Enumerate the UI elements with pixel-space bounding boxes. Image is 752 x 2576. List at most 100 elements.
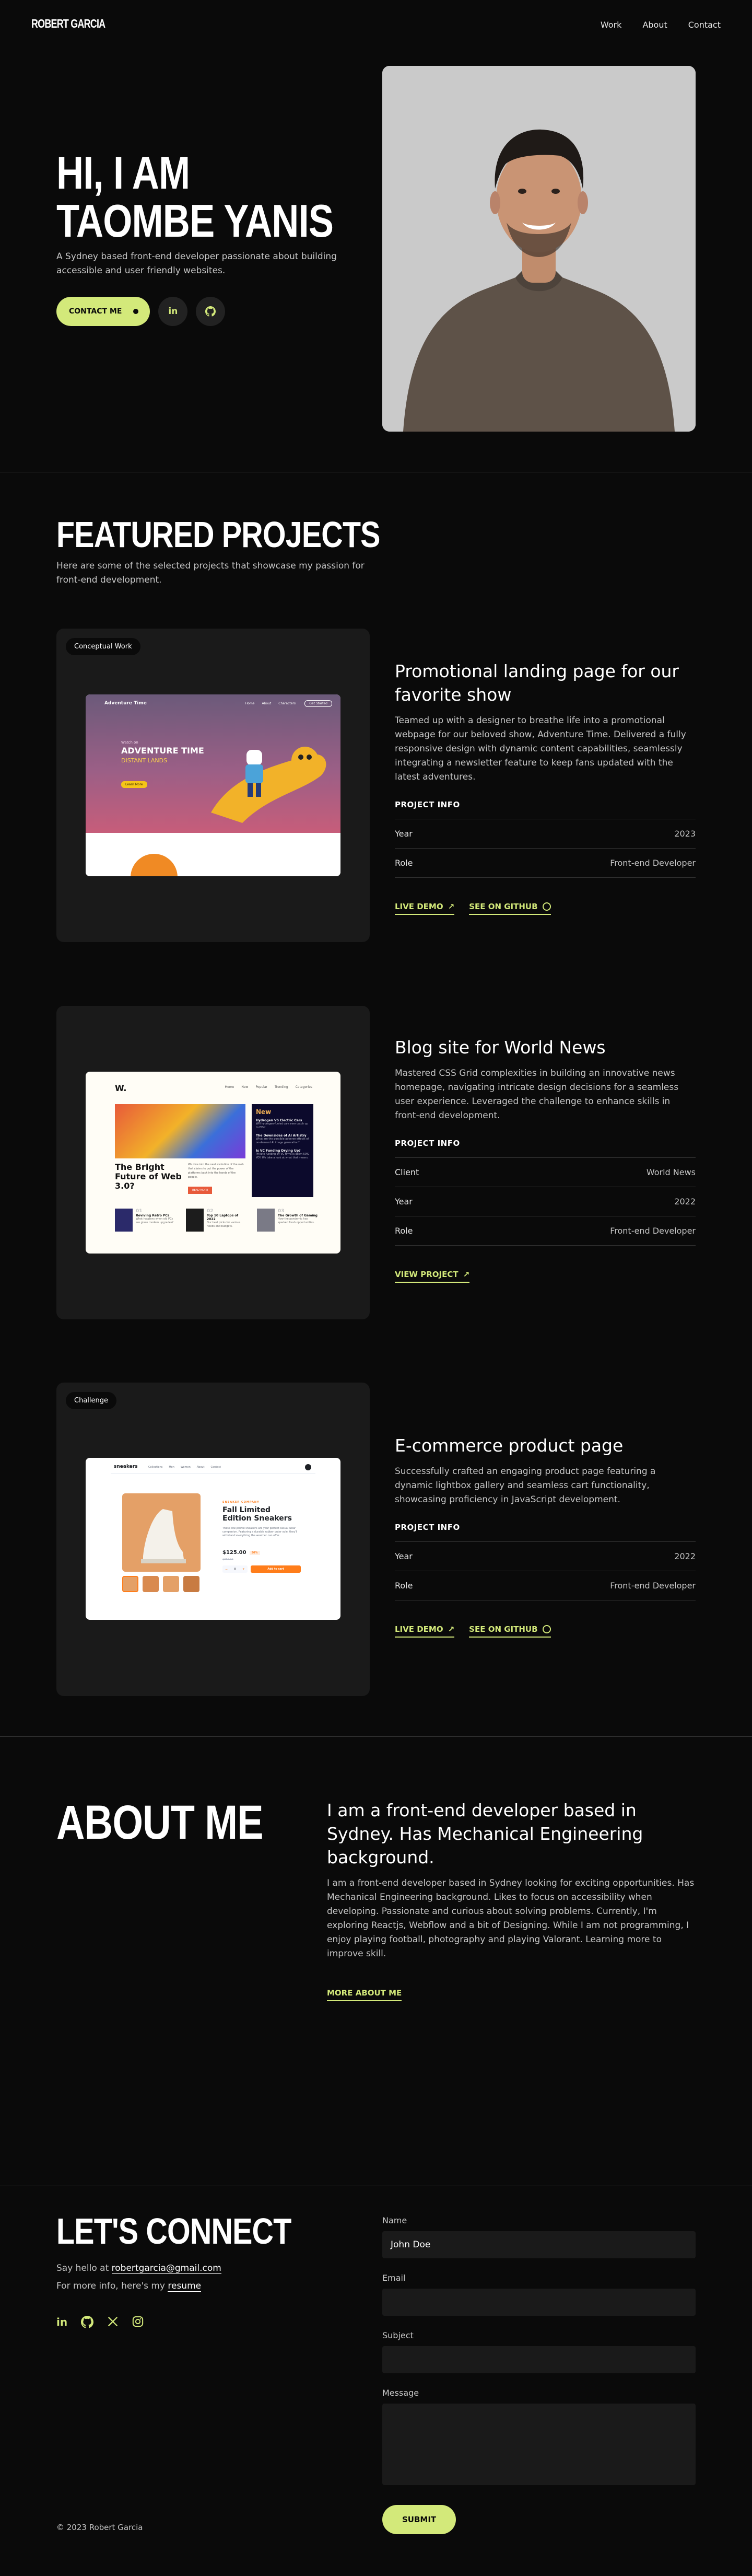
github-icon[interactable] xyxy=(196,297,226,326)
screenshot-nav-item: About xyxy=(262,702,272,705)
project-info-row: Year 2022 xyxy=(395,1542,696,1571)
screenshot-cta: READ MORE xyxy=(188,1187,213,1194)
project-info-adventure-time: Promotional landing page for our favorit… xyxy=(395,659,696,915)
side-item-body: Will hydrogen-fueled cars ever catch up … xyxy=(256,1122,308,1129)
github-icon-svg xyxy=(205,306,216,317)
project-info-label: PROJECT INFO xyxy=(395,800,696,819)
screenshot-nav: Home About Characters xyxy=(245,702,296,705)
hero-title-line1: HI, I AM xyxy=(56,147,190,199)
project-info-world-news: Blog site for World News Mastered CSS Gr… xyxy=(395,1036,696,1283)
arrow-up-right-icon: ↗ xyxy=(463,1270,470,1279)
name-label: Name xyxy=(382,2215,407,2225)
project-info-row: Year 2022 xyxy=(395,1187,696,1216)
say-hello-line: Say hello at robertgarcia@gmail.com xyxy=(56,2263,221,2274)
email-field[interactable] xyxy=(382,2289,696,2316)
portrait-illustration xyxy=(382,66,696,432)
screenshot-nav-item: Categories xyxy=(295,1085,312,1089)
github-link[interactable]: SEE ON GITHUB xyxy=(469,1624,551,1638)
side-item-title: Hydrogen VS Electric Cars xyxy=(256,1119,302,1122)
row-label: Year xyxy=(395,829,413,839)
arrow-up-right-icon: ↗ xyxy=(448,1624,455,1634)
project-screenshot-ecommerce: sneakers Collections Men Women About Con… xyxy=(86,1458,340,1620)
bottom-title: Reviving Retro PCs xyxy=(136,1214,170,1217)
product-thumb xyxy=(183,1576,199,1592)
nav-link-work[interactable]: Work xyxy=(601,20,622,30)
nav-link-contact[interactable]: Contact xyxy=(688,20,721,30)
project-description: Successfully crafted an engaging product… xyxy=(395,1466,656,1505)
link-label: SEE ON GITHUB xyxy=(469,1624,538,1634)
hero-subtitle: A Sydney based front-end developer passi… xyxy=(56,251,337,276)
bottom-num: 01 xyxy=(136,1209,143,1214)
project-title: Promotional landing page for our favorit… xyxy=(395,661,679,705)
screenshot-nav-item: Trending xyxy=(274,1085,288,1089)
project-links: LIVE DEMO ↗ SEE ON GITHUB xyxy=(395,1624,696,1638)
screenshot-headline: ADVENTURE TIME xyxy=(121,746,204,756)
bottom-num: 02 xyxy=(207,1209,214,1214)
link-label: SEE ON GITHUB xyxy=(469,902,538,911)
screenshot-nav-item: Collections xyxy=(148,1466,163,1469)
project-info-row: Client World News xyxy=(395,1158,696,1187)
row-label: Role xyxy=(395,1226,413,1236)
live-demo-link[interactable]: LIVE DEMO ↗ xyxy=(395,902,455,915)
project-links: LIVE DEMO ↗ SEE ON GITHUB xyxy=(395,902,696,915)
message-label: Message xyxy=(382,2388,419,2398)
side-item-title: Is VC Funding Drying Up? xyxy=(256,1149,301,1153)
more-about-me-link[interactable]: MORE ABOUT ME xyxy=(327,1988,402,2001)
project-info-row: Role Front-end Developer xyxy=(395,1216,696,1246)
screenshot-kicker: Watch on xyxy=(121,740,138,745)
site-logo[interactable]: ROBERT GARCIA xyxy=(31,17,105,31)
name-field[interactable]: John Doe xyxy=(382,2231,696,2258)
github-icon[interactable] xyxy=(81,2316,94,2331)
resume-link[interactable]: resume xyxy=(168,2281,202,2292)
x-twitter-icon[interactable] xyxy=(107,2316,119,2331)
view-project-link[interactable]: VIEW PROJECT ↗ xyxy=(395,1270,470,1283)
bottom-body: What happens when old PCs are given mode… xyxy=(136,1217,174,1224)
project-screenshot-world-news: W. Home New Popular Trending Categories … xyxy=(86,1072,340,1254)
project-info-ecommerce: E-commerce product page Successfully cra… xyxy=(395,1434,696,1638)
screenshot-nav-item: Home xyxy=(245,702,255,705)
screenshot-nav-button: Get Started xyxy=(304,700,332,707)
linkedin-icon[interactable]: in xyxy=(158,297,188,326)
about-title: ABOUT ME xyxy=(56,1796,264,1849)
linkedin-icon[interactable]: in xyxy=(56,2316,67,2331)
project-card-adventure-time[interactable]: Conceptual Work Adventure Time Home Abou… xyxy=(56,629,370,942)
email-link[interactable]: robertgarcia@gmail.com xyxy=(111,2263,221,2274)
subject-label: Subject xyxy=(382,2330,414,2340)
project-description: Mastered CSS Grid complexities in buildi… xyxy=(395,1068,679,1121)
project-card-world-news[interactable]: W. Home New Popular Trending Categories … xyxy=(56,1006,370,1319)
row-value: 2022 xyxy=(674,1551,696,1561)
hero-actions: CONTACT ME in xyxy=(56,297,226,326)
bottom-thumb xyxy=(257,1209,275,1232)
hero-title: HI, I AM TAOMBE YANIS xyxy=(56,147,334,247)
hero-title-line2: TAOMBE YANIS xyxy=(56,195,334,247)
product-thumb xyxy=(143,1576,159,1592)
screenshot-body: These low-profile sneakers are your perf… xyxy=(222,1527,298,1537)
screenshot-discount: 50% xyxy=(249,1550,260,1555)
screenshot-lower-section xyxy=(86,833,340,876)
instagram-icon[interactable] xyxy=(132,2316,144,2331)
nav-link-about[interactable]: About xyxy=(642,20,667,30)
screenshot-nav-item: New xyxy=(241,1085,249,1089)
plus-icon: + xyxy=(242,1567,245,1571)
screenshot-nav-item: About xyxy=(196,1466,205,1469)
screenshot-nav-item: Popular xyxy=(255,1085,267,1089)
bottom-item: 01 Reviving Retro PCs What happens when … xyxy=(115,1209,177,1232)
project-title: E-commerce product page xyxy=(395,1435,624,1456)
submit-button[interactable]: SUBMIT xyxy=(382,2505,456,2534)
screenshot-old-price: $250.00 xyxy=(222,1558,233,1561)
screenshot-feature-image xyxy=(115,1104,245,1158)
side-title: New xyxy=(256,1108,272,1116)
resume-line: For more info, here's my resume xyxy=(56,2281,202,2292)
message-field[interactable] xyxy=(382,2404,696,2485)
live-demo-link[interactable]: LIVE DEMO ↗ xyxy=(395,1624,455,1638)
screenshot-avatar xyxy=(305,1464,311,1470)
contact-me-button[interactable]: CONTACT ME xyxy=(56,297,150,326)
subject-field[interactable] xyxy=(382,2346,696,2373)
email-label: Email xyxy=(382,2273,406,2283)
main-nav: Work About Contact xyxy=(601,20,721,30)
screenshot-qty-stepper: − 0 + xyxy=(222,1565,248,1573)
project-card-ecommerce[interactable]: Challenge sneakers Collections Men Women… xyxy=(56,1383,370,1696)
github-link[interactable]: SEE ON GITHUB xyxy=(469,902,551,915)
screenshot-nav-item: Contact xyxy=(210,1466,221,1469)
project-tag: Challenge xyxy=(66,1392,116,1409)
